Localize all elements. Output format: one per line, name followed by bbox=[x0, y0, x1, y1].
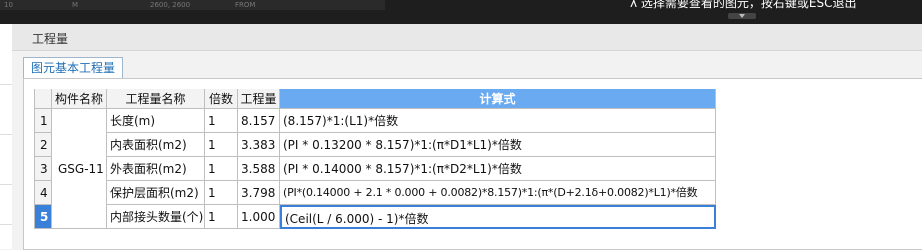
formula-edit-input[interactable]: (Ceil(L / 6.000) - 1)*倍数 bbox=[280, 205, 716, 229]
row-number[interactable]: 1 bbox=[34, 109, 52, 133]
canvas-ruler: 10 M 2600, 2600 FROM bbox=[0, 0, 385, 10]
quantity-cell[interactable]: 3.383 bbox=[238, 133, 280, 157]
quantity-name-cell[interactable]: 保护层面积(m2) bbox=[107, 181, 205, 205]
quantity-cell[interactable]: 3.588 bbox=[238, 157, 280, 181]
row-number-active[interactable]: 5 bbox=[34, 205, 52, 229]
multiple-cell[interactable]: 1 bbox=[205, 157, 238, 181]
quantity-cell[interactable]: 8.157 bbox=[238, 109, 280, 133]
formula-cell[interactable]: (PI * 0.14000 * 8.157)*1:(π*D2*L1)*倍数 bbox=[280, 157, 716, 181]
quantity-name-cell[interactable]: 外表面积(m2) bbox=[107, 157, 205, 181]
header-multiple: 倍数 bbox=[205, 89, 238, 109]
quantity-name-cell[interactable]: 内部接头数量(个) bbox=[107, 205, 205, 229]
multiple-cell[interactable]: 1 bbox=[205, 181, 238, 205]
row-number[interactable]: 2 bbox=[34, 133, 52, 157]
quantity-name-cell[interactable]: 长度(m) bbox=[107, 109, 205, 133]
header-component-name: 构件名称 bbox=[52, 89, 107, 109]
formula-cell[interactable]: (8.157)*1:(L1)*倍数 bbox=[280, 109, 716, 133]
quantity-cell[interactable]: 1.000 bbox=[238, 205, 280, 229]
ruler-label: 10 bbox=[4, 1, 13, 9]
canvas-top-strip: 10 M 2600, 2600 FROM λ 选择需要查看的图元，按右键或ESC… bbox=[0, 0, 922, 24]
header-formula[interactable]: 计算式 bbox=[280, 89, 716, 109]
collapse-handle[interactable] bbox=[728, 13, 756, 19]
row-number[interactable]: 4 bbox=[34, 181, 52, 205]
tab-basic-quantity[interactable]: 图元基本工程量 bbox=[23, 57, 124, 79]
header-quantity-name: 工程量名称 bbox=[107, 89, 205, 109]
ruler-label: 2600, 2600 bbox=[150, 1, 191, 9]
panel-header: 工程量 bbox=[12, 24, 922, 51]
status-hint: λ 选择需要查看的图元，按右键或ESC退出 bbox=[630, 0, 857, 10]
quantity-name-cell[interactable]: 内表面积(m2) bbox=[107, 133, 205, 157]
multiple-cell[interactable]: 1 bbox=[205, 205, 238, 229]
ruler-label: FROM bbox=[235, 1, 256, 9]
row-number[interactable]: 3 bbox=[34, 157, 52, 181]
formula-cell[interactable]: (PI*(0.14000 + 2.1 * 0.000 + 0.0082)*8.1… bbox=[280, 181, 716, 205]
formula-cell[interactable]: (PI * 0.13200 * 8.157)*1:(π*D1*L1)*倍数 bbox=[280, 133, 716, 157]
header-quantity: 工程量 bbox=[238, 89, 280, 109]
ruler-label: M bbox=[72, 1, 79, 9]
multiple-cell[interactable]: 1 bbox=[205, 133, 238, 157]
quantity-cell[interactable]: 3.798 bbox=[238, 181, 280, 205]
chevron-down-icon bbox=[739, 14, 745, 18]
panel-title: 工程量 bbox=[32, 32, 69, 46]
quantity-panel: 工程量 图元基本工程量 构件名称 工程量名称 倍数 工程量 计算式 GSG-11… bbox=[12, 24, 922, 250]
tab-content: 构件名称 工程量名称 倍数 工程量 计算式 GSG-11 1 长度(m) 1 8… bbox=[23, 78, 922, 250]
component-name-cell[interactable]: GSG-11 bbox=[52, 109, 107, 229]
header-row-no bbox=[34, 89, 52, 109]
multiple-cell[interactable]: 1 bbox=[205, 109, 238, 133]
